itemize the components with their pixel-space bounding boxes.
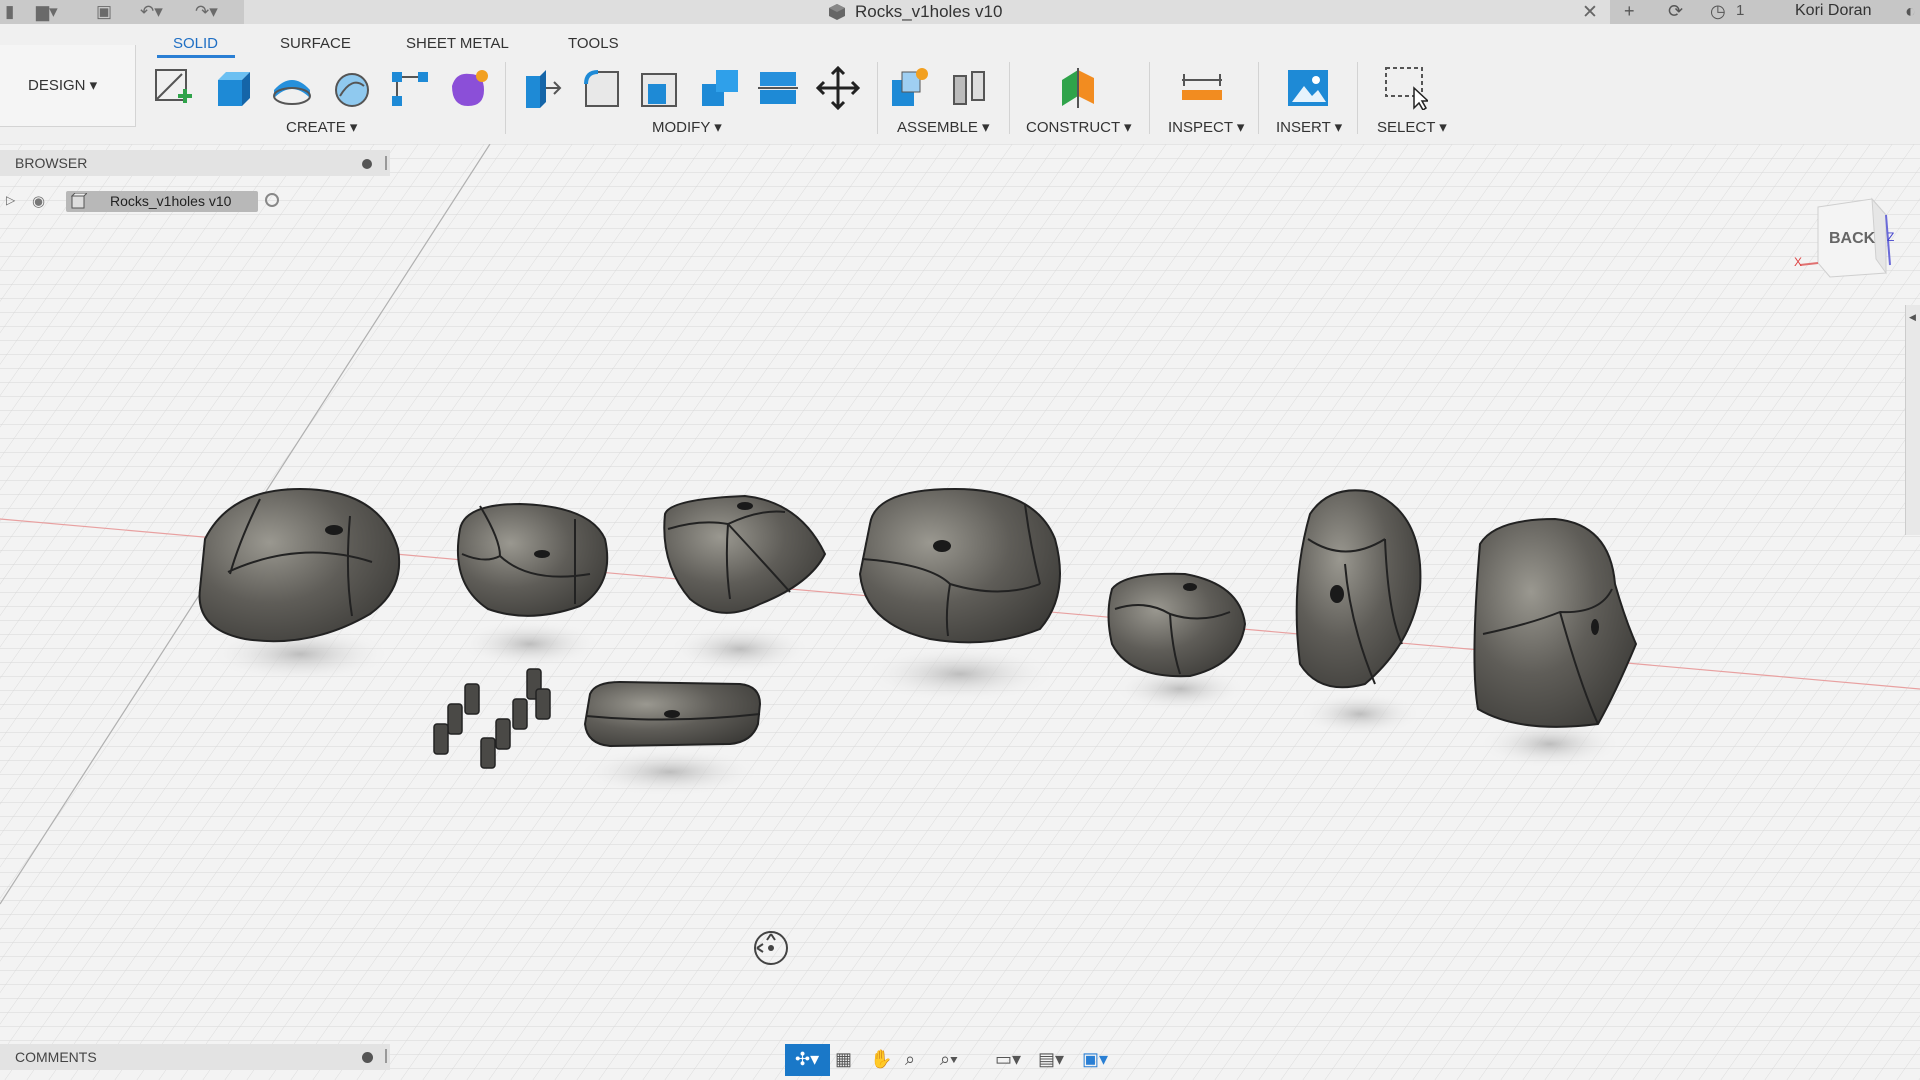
- toolbar-divider: [1149, 62, 1150, 134]
- flat-stone: [583, 680, 762, 748]
- sync-icon[interactable]: ⟳: [1668, 1, 1683, 22]
- plane-icon[interactable]: [1056, 66, 1100, 110]
- viewports-icon[interactable]: ▣▾: [1082, 1049, 1108, 1070]
- panel-resize-handle[interactable]: [385, 1049, 387, 1063]
- toolbar-divider: [505, 62, 506, 134]
- orbit-icon[interactable]: ✣▾: [795, 1049, 819, 1070]
- add-comment-icon[interactable]: [362, 1052, 373, 1063]
- form-icon[interactable]: [446, 66, 490, 110]
- rock-4: [858, 487, 1061, 644]
- fillet-icon[interactable]: [580, 66, 624, 110]
- tab-tools[interactable]: TOOLS: [568, 35, 619, 52]
- right-collapsed-panel[interactable]: [1905, 305, 1920, 535]
- inspect-menu[interactable]: INSPECT ▾: [1168, 118, 1244, 136]
- job-count: 1: [1736, 2, 1745, 19]
- tab-solid[interactable]: SOLID: [173, 35, 218, 52]
- toolbar-divider: [1258, 62, 1259, 134]
- extrude-icon[interactable]: [212, 66, 256, 110]
- rock-5: [1107, 572, 1247, 678]
- display-icon[interactable]: ▭▾: [995, 1049, 1021, 1070]
- component-icon: [829, 4, 845, 20]
- pan-icon[interactable]: ✋: [870, 1049, 892, 1070]
- panel-expand-icon[interactable]: ◀: [1909, 312, 1916, 323]
- pin-icon[interactable]: [362, 159, 372, 169]
- activate-radio[interactable]: [265, 193, 279, 207]
- toolbar-divider: [1357, 62, 1358, 134]
- pattern-icon[interactable]: [388, 66, 432, 110]
- toolbar-divider: [877, 62, 878, 134]
- sweep-icon[interactable]: [330, 66, 374, 110]
- zoom-window-icon[interactable]: ⌕▾: [940, 1049, 958, 1070]
- create-menu[interactable]: CREATE ▾: [286, 118, 357, 136]
- measure-icon[interactable]: [1180, 66, 1224, 110]
- redo-icon[interactable]: ↷▾: [195, 2, 218, 22]
- joint-icon[interactable]: [948, 66, 992, 110]
- grid-icon[interactable]: ▤▾: [1038, 1049, 1064, 1070]
- revolve-icon[interactable]: [270, 66, 314, 110]
- expand-arrow-icon[interactable]: ▷: [6, 193, 15, 207]
- select-menu[interactable]: SELECT ▾: [1377, 118, 1447, 136]
- clock-icon[interactable]: ◷: [1710, 1, 1726, 22]
- move-icon[interactable]: [816, 66, 860, 110]
- user-name[interactable]: Kori Doran: [1795, 2, 1871, 20]
- file-icon[interactable]: ▆▾: [36, 2, 58, 22]
- new-component-icon[interactable]: [888, 66, 932, 110]
- sketch-icon[interactable]: [152, 66, 196, 110]
- browser-title: BROWSER: [15, 155, 88, 171]
- menu-icon[interactable]: ▮: [5, 2, 14, 22]
- select-window-icon[interactable]: [1384, 66, 1428, 110]
- eye-icon[interactable]: ◉: [32, 192, 45, 210]
- help-icon[interactable]: ◐: [1905, 1, 1916, 22]
- undo-icon[interactable]: ↶▾: [140, 2, 163, 22]
- active-tab-indicator: [157, 55, 235, 58]
- look-at-icon[interactable]: ▦: [835, 1049, 852, 1070]
- tab-surface[interactable]: SURFACE: [280, 35, 351, 52]
- orbit-cursor-icon: [754, 931, 788, 965]
- plus-icon[interactable]: +: [1624, 1, 1635, 22]
- comments-title: COMMENTS: [15, 1049, 97, 1065]
- construct-menu[interactable]: CONSTRUCT ▾: [1026, 118, 1132, 136]
- document-icon: [71, 193, 87, 209]
- insert-image-icon[interactable]: [1286, 66, 1330, 110]
- quick-access-toolbar: ▮ ▆▾ ▣ ↶▾ ↷▾: [0, 0, 244, 24]
- browser-item-label[interactable]: Rocks_v1holes v10: [110, 193, 231, 209]
- rock-2: [456, 502, 609, 617]
- workspace-label[interactable]: DESIGN ▾: [28, 76, 97, 94]
- shell-icon[interactable]: [638, 66, 682, 110]
- press-pull-icon[interactable]: [520, 66, 564, 110]
- save-icon[interactable]: ▣: [96, 2, 112, 22]
- combine-icon[interactable]: [698, 66, 742, 110]
- viewport-canvas[interactable]: [0, 144, 1920, 1080]
- close-icon[interactable]: ✕: [1582, 1, 1598, 24]
- document-title: Rocks_v1holes v10: [855, 2, 1003, 21]
- insert-menu[interactable]: INSERT ▾: [1276, 118, 1342, 136]
- zoom-icon[interactable]: ⌕: [905, 1049, 915, 1070]
- axis-x-label: X: [1794, 255, 1803, 269]
- viewcube-face-label[interactable]: BACK: [1829, 230, 1875, 248]
- split-icon[interactable]: [756, 66, 800, 110]
- toolbar-divider: [1009, 62, 1010, 134]
- tab-sheet-metal[interactable]: SHEET METAL: [406, 35, 509, 52]
- panel-resize-handle[interactable]: [385, 156, 387, 170]
- account-bar: + ⟳ ◷ 1 ◐: [1610, 0, 1920, 24]
- axis-z-label: Z: [1887, 230, 1895, 244]
- assemble-menu[interactable]: ASSEMBLE ▾: [897, 118, 990, 136]
- modify-menu[interactable]: MODIFY ▾: [652, 118, 722, 136]
